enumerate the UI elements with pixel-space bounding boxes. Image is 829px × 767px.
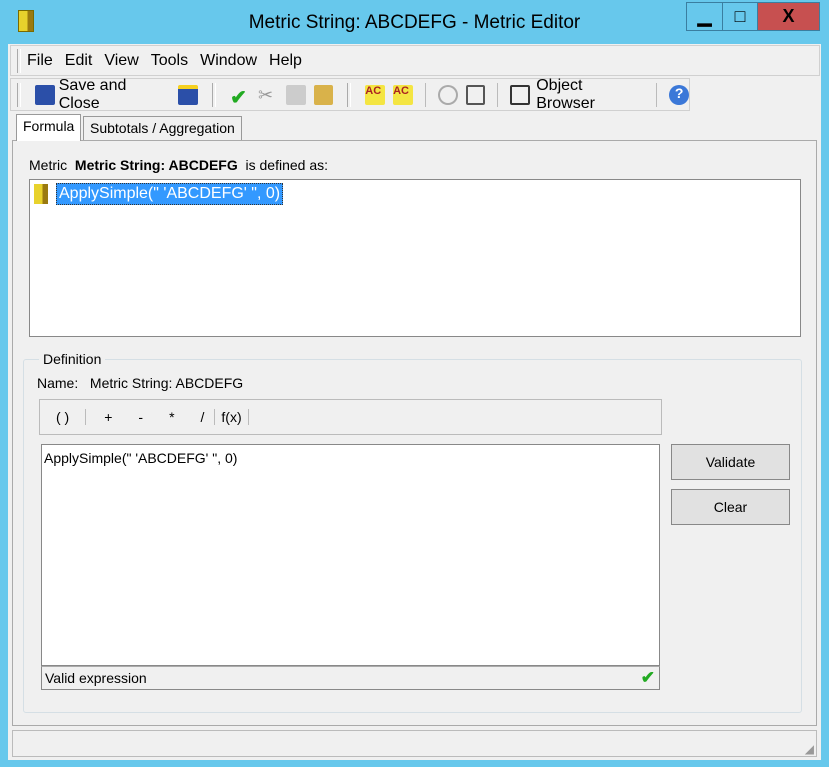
validation-status: Valid expression <box>45 670 147 686</box>
paste-icon[interactable] <box>313 84 334 105</box>
menu-bar: File Edit View Tools Window Help <box>10 45 820 76</box>
expression-editor[interactable]: ApplySimple(" 'ABCDEFG' ", 0) <box>41 444 660 666</box>
grip[interactable] <box>212 82 217 107</box>
floppy-icon <box>34 84 55 105</box>
operator-toolbar: ( ) + - * / f(x) <box>39 399 662 435</box>
menu-tools[interactable]: Tools <box>151 52 188 70</box>
menu-help[interactable]: Help <box>269 52 302 70</box>
validation-status-bar: Valid expression ✔ <box>41 666 660 690</box>
name-row: Name: Metric String: ABCDEFG <box>37 375 243 391</box>
validate-check-icon[interactable]: ✔ <box>230 85 250 109</box>
spell-check-icon[interactable]: AC <box>365 84 386 105</box>
valid-check-icon: ✔ <box>640 668 655 687</box>
tree-item[interactable]: ApplySimple(" 'ABCDEFG' ", 0) <box>56 183 284 205</box>
zoom-find-icon[interactable] <box>465 84 486 105</box>
multiply-button[interactable]: * <box>156 409 187 425</box>
tab-subtotals-aggregation[interactable]: Subtotals / Aggregation <box>83 116 242 141</box>
menu-file[interactable]: File <box>27 52 53 70</box>
caption-prefix: Metric <box>29 157 68 173</box>
object-browser-icon <box>510 84 531 105</box>
save-new-icon[interactable] <box>178 84 199 105</box>
formula-tree[interactable]: ApplySimple(" 'ABCDEFG' ", 0) <box>29 179 801 337</box>
divide-button[interactable]: / <box>188 409 216 425</box>
resize-grip-icon[interactable]: ◢ <box>805 742 814 756</box>
object-browser-label: Object Browser <box>536 76 595 112</box>
grip[interactable] <box>17 82 21 107</box>
name-value: Metric String: ABCDEFG <box>89 375 244 391</box>
caption-suffix: is defined as: <box>245 157 329 173</box>
metric-icon <box>34 184 48 204</box>
find-icon[interactable] <box>437 84 458 105</box>
cut-icon[interactable]: ✂ <box>258 85 278 105</box>
status-bar: ◢ <box>12 730 817 757</box>
menu-window[interactable]: Window <box>200 52 257 70</box>
clear-button[interactable]: Clear <box>671 489 790 525</box>
plus-button[interactable]: + <box>86 409 125 425</box>
save-close-label: Save and Close <box>58 76 127 112</box>
caption-metric-name: Metric String: ABCDEFG <box>74 157 238 173</box>
close-button[interactable]: X <box>757 2 820 31</box>
save-close-button[interactable]: Save and Close <box>34 76 170 113</box>
menu-edit[interactable]: Edit <box>65 52 93 70</box>
grip[interactable] <box>347 82 352 107</box>
toolbar: Save and Close ✔ ✂ AC AC Object Browser … <box>10 76 690 113</box>
minimize-button[interactable]: ▁ <box>686 2 723 31</box>
title-bar: Metric String: ABCDEFG - Metric Editor ▁… <box>0 0 829 44</box>
definition-legend: Definition <box>39 351 106 367</box>
copy-icon[interactable] <box>285 84 306 105</box>
minus-button[interactable]: - <box>125 409 156 425</box>
help-icon[interactable]: ? <box>669 84 690 105</box>
grip[interactable] <box>17 48 21 73</box>
object-browser-button[interactable]: Object Browser <box>510 77 644 113</box>
validate-button[interactable]: Validate <box>671 444 790 480</box>
spell-check-all-icon[interactable]: AC <box>393 84 413 105</box>
function-button[interactable]: f(x) <box>215 409 249 425</box>
maximize-button[interactable]: □ <box>722 2 758 31</box>
name-label: Name: <box>37 375 79 391</box>
formula-panel: Metric Metric String: ABCDEFG is defined… <box>12 140 817 726</box>
menu-view[interactable]: View <box>104 52 138 70</box>
defined-as-caption: Metric Metric String: ABCDEFG is defined… <box>29 157 328 173</box>
parentheses-button[interactable]: ( ) <box>40 409 87 425</box>
tab-formula[interactable]: Formula <box>16 114 82 141</box>
